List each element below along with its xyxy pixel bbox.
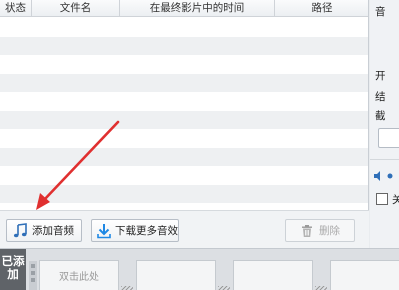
volume-icon[interactable] — [374, 171, 394, 184]
speaker-icon — [28, 261, 38, 290]
cut-time-input[interactable] — [378, 128, 399, 148]
timeline-slot[interactable]: 双击此处 — [39, 260, 119, 290]
table-row — [0, 203, 368, 210]
transition-marker — [218, 286, 230, 290]
audio-table-body — [0, 18, 368, 210]
table-row — [0, 129, 368, 148]
add-audio-label: 添加音频 — [32, 225, 74, 237]
column-header-time-in-movie[interactable]: 在最终影片中的时间 — [120, 0, 275, 17]
timeline-strip: 已添加 双击此处 — [0, 248, 399, 290]
double-click-hint: 双击此处 — [59, 272, 99, 283]
timeline-slot[interactable] — [233, 260, 313, 290]
table-row — [0, 18, 368, 37]
table-row — [0, 92, 368, 111]
table-row — [0, 55, 368, 74]
properties-title: 音 — [375, 6, 386, 18]
transition-marker — [121, 286, 133, 290]
table-row — [0, 36, 368, 55]
panel-divider — [370, 159, 399, 160]
start-time-label: 开 — [375, 70, 386, 82]
delete-button[interactable]: 删除 — [285, 219, 355, 242]
table-row — [0, 147, 368, 166]
table-row — [0, 184, 368, 203]
audio-properties-panel: 音 开 结 截 关 — [370, 0, 399, 248]
column-header-status[interactable]: 状态 — [0, 0, 32, 17]
audio-list-panel: 状态 文件名 在最终影片中的时间 路径 — [0, 0, 369, 210]
added-tab[interactable]: 已添加 — [0, 249, 26, 290]
download-more-label: 下载更多音效 — [115, 225, 178, 237]
end-time-label: 结 — [375, 91, 386, 103]
table-row — [0, 166, 368, 185]
download-icon — [96, 222, 112, 240]
timeline-slot[interactable] — [330, 260, 399, 290]
trash-icon — [298, 222, 316, 240]
timeline-slot[interactable] — [136, 260, 216, 290]
delete-label: 删除 — [319, 225, 340, 237]
column-header-path[interactable]: 路径 — [275, 0, 368, 17]
music-note-icon — [11, 222, 29, 240]
table-row — [0, 110, 368, 129]
add-audio-button[interactable]: 添加音频 — [6, 219, 82, 242]
audio-toolbar: 添加音频 下载更多音效 删除 — [0, 210, 369, 248]
download-more-effects-button[interactable]: 下载更多音效 — [91, 219, 179, 242]
transition-marker — [315, 286, 327, 290]
fade-checkbox-label: 关 — [392, 194, 399, 206]
fade-checkbox[interactable] — [376, 193, 388, 205]
cut-label: 截 — [375, 110, 386, 122]
column-header-filename[interactable]: 文件名 — [32, 0, 120, 17]
table-header: 状态 文件名 在最终影片中的时间 路径 — [0, 0, 368, 17]
table-row — [0, 73, 368, 92]
